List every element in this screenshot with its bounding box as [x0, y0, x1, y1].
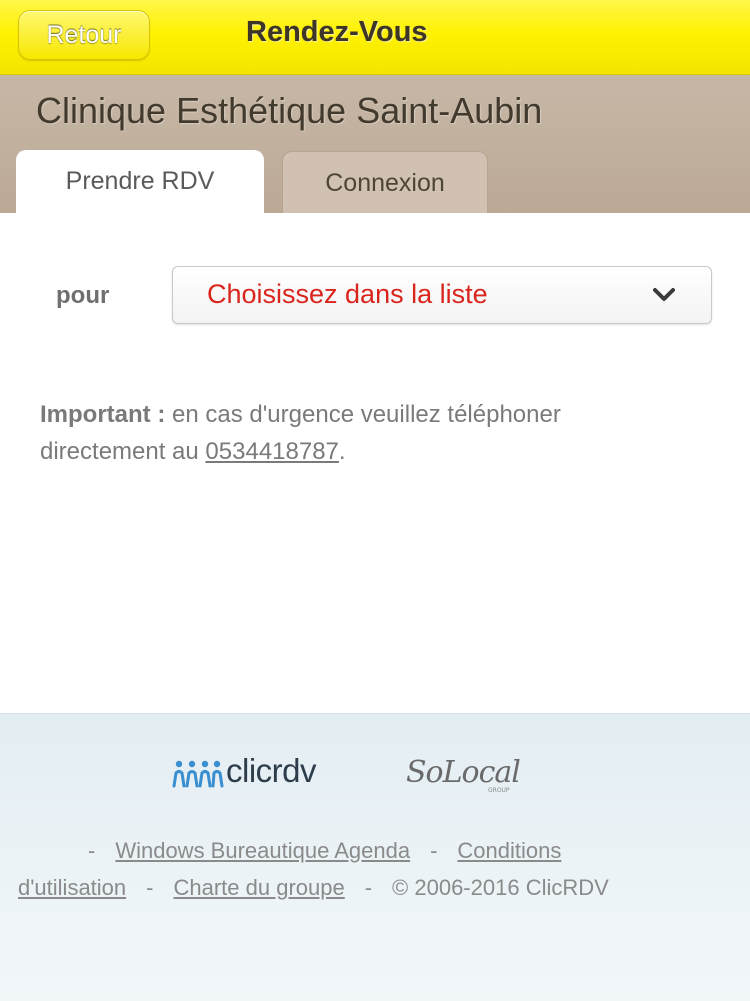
clinic-header: Clinique Esthétique Saint-Aubin Prendre … [0, 75, 750, 213]
footer-links: - Windows Bureautique Agenda - Conditions d… [18, 832, 738, 906]
notice-end: . [338, 438, 346, 465]
phone-link[interactable]: 0534418787 [205, 438, 338, 465]
notice-strong: Important : [40, 401, 166, 428]
solocal-logo-text: SoLocal [406, 755, 520, 790]
separator: - [364, 875, 373, 900]
tab-prendre-rdv[interactable]: Prendre RDV [16, 150, 264, 213]
clicrdv-logo-text: clicrdv [226, 752, 317, 789]
clinic-name: Clinique Esthétique Saint-Aubin [36, 90, 543, 131]
solocal-sub-text: GROUP [488, 787, 510, 794]
urgent-notice: Important : en cas d'urgence veuillez té… [40, 396, 660, 470]
tab-connexion[interactable]: Connexion [282, 151, 488, 213]
link-windows-agenda[interactable]: Windows Bureautique Agenda [115, 838, 410, 863]
solocal-logo[interactable]: SoLocal GROUP [404, 750, 556, 794]
back-button[interactable]: Retour [18, 10, 150, 60]
pour-label: pour [56, 282, 110, 309]
chevron-down-icon [653, 288, 675, 301]
link-conditions[interactable]: Conditions [457, 838, 561, 863]
page-title: Rendez-Vous [246, 16, 428, 48]
link-conditions-2[interactable]: d'utilisation [18, 875, 126, 900]
link-charte[interactable]: Charte du groupe [173, 875, 344, 900]
service-select[interactable]: Choisissez dans la liste [172, 266, 712, 324]
people-icon [172, 760, 224, 788]
top-bar: Retour Rendez-Vous [0, 0, 750, 75]
copyright: © 2006-2016 ClicRDV [392, 875, 609, 900]
select-value: Choisissez dans la liste [207, 279, 488, 309]
footer: clicrdv SoLocal GROUP - Windows Bureautiq… [0, 713, 750, 1001]
